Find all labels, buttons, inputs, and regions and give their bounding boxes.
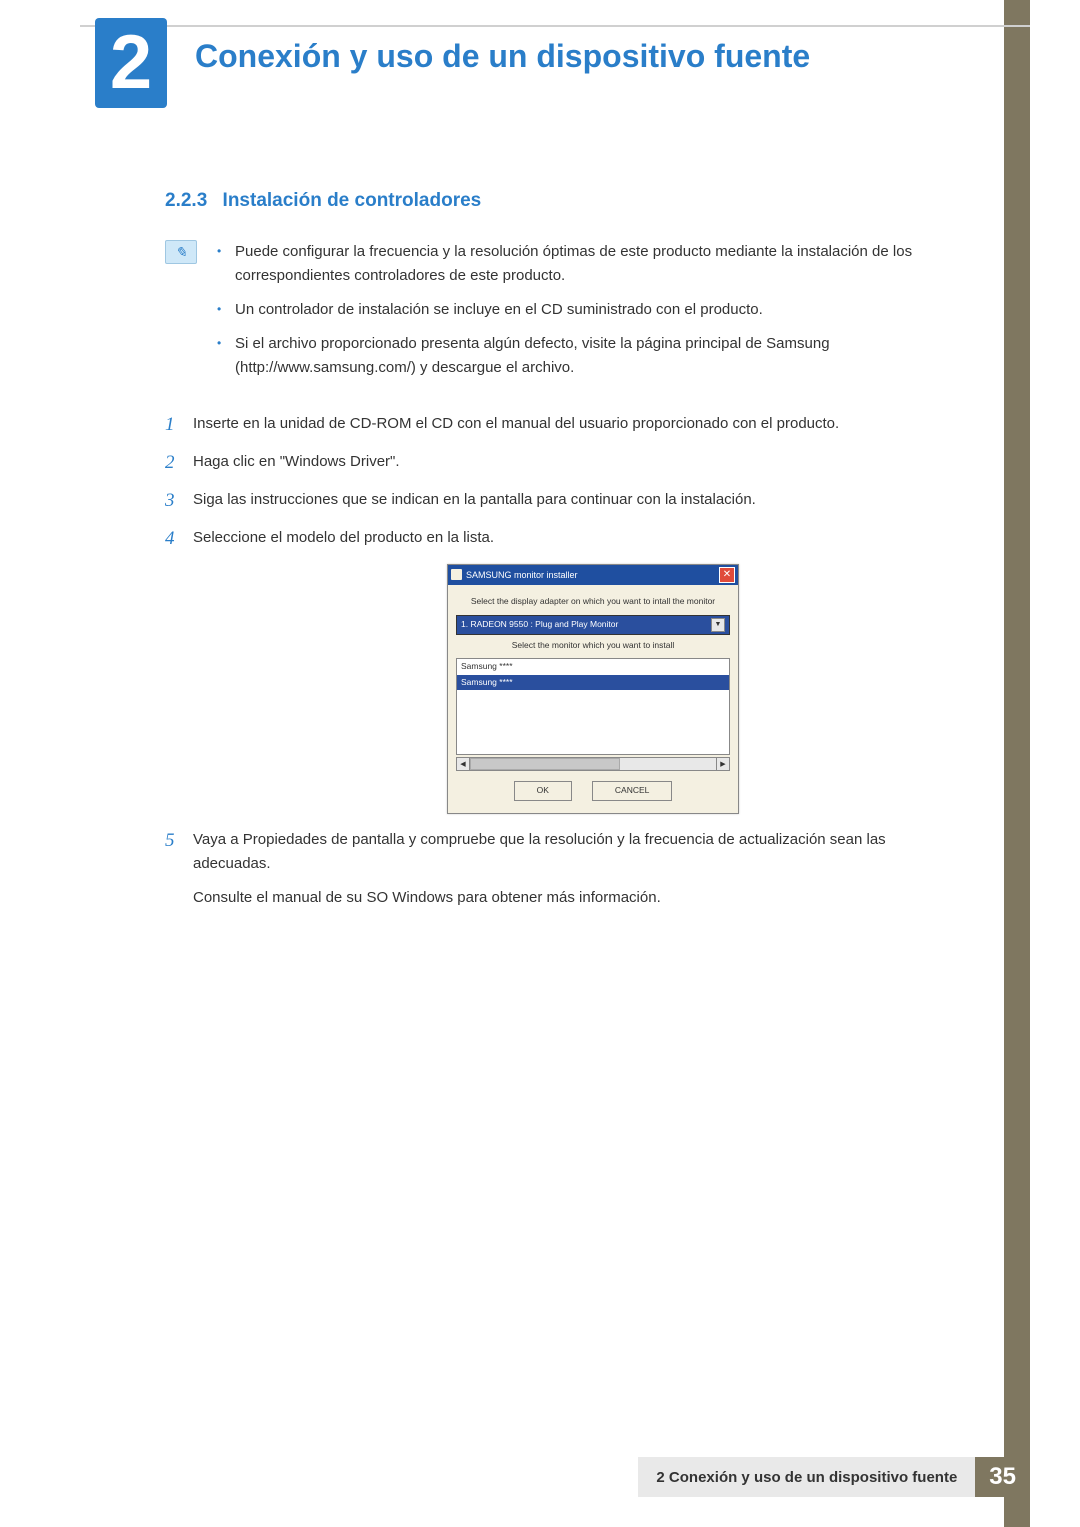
step-item: 3 Siga las instrucciones que se indican … [165,488,965,512]
installer-label-monitor: Select the monitor which you want to ins… [456,639,730,653]
side-stripe [1004,0,1030,1527]
cancel-button[interactable]: CANCEL [592,781,672,801]
installer-button-row: OK CANCEL [456,781,730,801]
content-area: 2.2.3 Instalación de controladores ✎ Pue… [165,190,965,924]
note-item: Si el archivo proporcionado presenta alg… [217,332,965,380]
list-item[interactable]: Samsung **** [457,659,729,675]
note-item: Puede configurar la frecuencia y la reso… [217,240,965,288]
note-icon: ✎ [165,240,197,264]
section-number: 2.2.3 [165,190,207,211]
list-item[interactable]: Samsung **** [457,675,729,691]
step-item: 1 Inserte en la unidad de CD-ROM el CD c… [165,412,965,436]
step-item: 5 Vaya a Propiedades de pantalla y compr… [165,828,965,910]
installer-label-adapter: Select the display adapter on which you … [456,595,730,609]
chapter-number: 2 [110,25,152,101]
installer-window: SAMSUNG monitor installer ✕ Select the d… [447,564,739,814]
step-text: Inserte en la unidad de CD-ROM el CD con… [193,415,839,432]
note-list: Puede configurar la frecuencia y la reso… [217,240,965,390]
installer-title: SAMSUNG monitor installer [466,568,578,582]
step-number: 1 [165,410,175,440]
step-text: Haga clic en "Windows Driver". [193,453,400,470]
scroll-track[interactable] [470,757,716,771]
screenshot-wrap: SAMSUNG monitor installer ✕ Select the d… [221,564,965,814]
step-number: 3 [165,486,175,516]
step-item: 2 Haga clic en "Windows Driver". [165,450,965,474]
section-heading: 2.2.3 Instalación de controladores [165,190,965,212]
step-text: Seleccione el modelo del producto en la … [193,529,494,546]
installer-titlebar: SAMSUNG monitor installer ✕ [448,565,738,585]
monitor-listbox[interactable]: Samsung **** Samsung **** [456,658,730,755]
step-text: Siga las instrucciones que se indican en… [193,491,756,508]
footer-text: 2 Conexión y uso de un dispositivo fuent… [638,1457,975,1497]
footer: 2 Conexión y uso de un dispositivo fuent… [638,1457,1030,1497]
adapter-value: 1. RADEON 9550 : Plug and Play Monitor [461,618,618,632]
footer-page-number: 35 [975,1457,1030,1497]
top-rule [80,25,1030,27]
adapter-select[interactable]: 1. RADEON 9550 : Plug and Play Monitor ▼ [456,615,730,635]
ok-button[interactable]: OK [514,781,572,801]
app-icon [451,569,462,580]
chevron-down-icon[interactable]: ▼ [711,618,725,632]
close-icon[interactable]: ✕ [719,567,735,583]
horizontal-scrollbar[interactable]: ◀ ▶ [456,757,730,771]
step-number: 2 [165,448,175,478]
scroll-right-icon[interactable]: ▶ [716,757,730,771]
chapter-badge: 2 [95,18,167,108]
steps-list: 1 Inserte en la unidad de CD-ROM el CD c… [165,412,965,910]
chapter-title: Conexión y uso de un dispositivo fuente [195,38,810,75]
note-block: ✎ Puede configurar la frecuencia y la re… [165,240,965,390]
step-extra: Consulte el manual de su SO Windows para… [193,886,965,910]
scroll-left-icon[interactable]: ◀ [456,757,470,771]
step-item: 4 Seleccione el modelo del producto en l… [165,526,965,814]
step-text: Vaya a Propiedades de pantalla y comprue… [193,831,886,872]
section-title: Instalación de controladores [223,190,482,211]
step-number: 5 [165,826,175,856]
step-number: 4 [165,524,175,554]
installer-body: Select the display adapter on which you … [448,585,738,813]
scroll-thumb[interactable] [470,758,620,770]
note-item: Un controlador de instalación se incluye… [217,298,965,322]
